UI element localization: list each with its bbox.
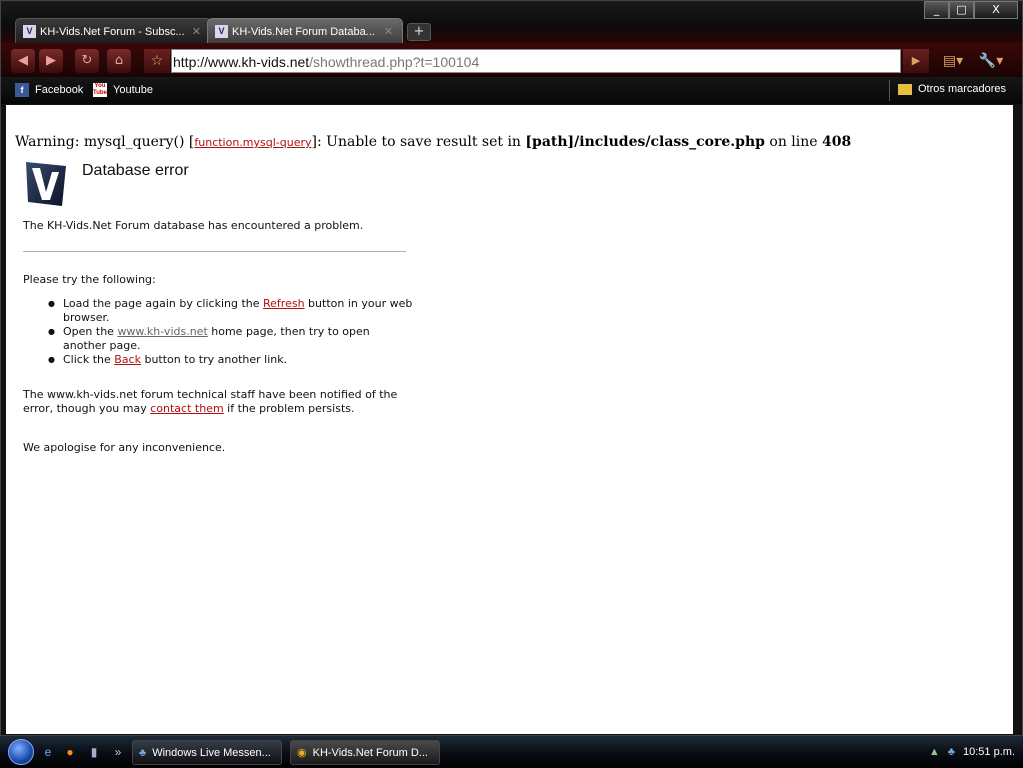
ie-icon[interactable]: e	[40, 744, 56, 760]
taskbar-label: Windows Live Messen...	[152, 746, 271, 759]
play-arrow-icon: ▶	[911, 54, 921, 67]
homepage-link[interactable]: www.kh-vids.net	[117, 325, 207, 338]
reload-icon: ↻	[81, 53, 93, 68]
list-item: Open the www.kh-vids.net home page, then…	[23, 325, 413, 353]
browser-window: V KH-Vids.Net Forum - Subsc... ✕ V KH-Vi…	[0, 0, 1023, 736]
bookmark-facebook[interactable]: f Facebook	[15, 83, 83, 97]
intro-text: The KH-Vids.Net Forum database has encou…	[23, 219, 364, 232]
wrench-icon: 🔧▾	[978, 53, 1004, 69]
try-heading: Please try the following:	[23, 273, 156, 286]
warning-text: ]: Unable to save result set in	[311, 134, 526, 150]
other-bookmarks-label: Otros marcadores	[918, 83, 1007, 95]
system-tray: ▲ ♣ 10:51 p.m.	[929, 738, 1023, 766]
tab-database-error[interactable]: V KH-Vids.Net Forum Databa... ✕	[207, 18, 403, 44]
warning-label: Warning	[15, 134, 75, 150]
new-tab-button[interactable]: +	[407, 23, 431, 41]
url-path: /showthread.php?t=100104	[309, 54, 480, 70]
warning-line-number: 408	[822, 134, 852, 150]
chrome-icon: ◉	[297, 747, 307, 759]
firefox-icon[interactable]: ●	[62, 744, 78, 760]
folder-icon	[898, 83, 912, 95]
tab-title: KH-Vids.Net Forum - Subsc...	[40, 25, 185, 38]
maximize-button[interactable]: □	[949, 1, 974, 19]
item-text: Click the	[63, 353, 115, 366]
minimize-button[interactable]: _	[924, 1, 949, 19]
apology-text: We apologise for any inconvenience.	[23, 441, 226, 454]
tab-subscriptions[interactable]: V KH-Vids.Net Forum - Subsc... ✕	[15, 18, 211, 44]
home-icon: ⌂	[114, 53, 124, 68]
star-icon: ☆	[150, 53, 164, 69]
tab-title: KH-Vids.Net Forum Databa...	[232, 25, 375, 38]
tab-strip: V KH-Vids.Net Forum - Subsc... ✕ V KH-Vi…	[1, 1, 1022, 44]
forum-favicon-icon: V	[215, 25, 228, 38]
home-button[interactable]: ⌂	[107, 49, 131, 73]
warning-path: [path]/includes/class_core.php	[525, 134, 765, 150]
back-link[interactable]: Back	[114, 353, 141, 366]
bookmark-label: Facebook	[35, 84, 84, 96]
wrench-menu-button[interactable]: 🔧▾	[973, 49, 1009, 73]
facebook-icon: f	[15, 83, 29, 97]
other-bookmarks[interactable]: Otros marcadores	[898, 83, 1006, 95]
item-text: button to try another link.	[140, 353, 288, 366]
tab-close-icon[interactable]: ✕	[192, 25, 201, 38]
php-warning: Warning: mysql_query() [function.mysql-q…	[15, 134, 851, 150]
url-domain: http://www.kh-vids.net	[173, 54, 310, 70]
refresh-link[interactable]: Refresh	[263, 297, 305, 310]
back-arrow-icon: ◀	[18, 53, 28, 68]
contact-link[interactable]: contact them	[150, 402, 223, 415]
forward-arrow-icon: ▶	[46, 53, 56, 68]
page-icon: ▤▾	[942, 53, 964, 69]
taskbar: e ● ▮ » ♣ Windows Live Messen... ◉ KH-Vi…	[0, 736, 1023, 768]
page-menu-button[interactable]: ▤▾	[935, 49, 971, 73]
taskbar-chrome[interactable]: ◉ KH-Vids.Net Forum D...	[290, 740, 440, 765]
function-doc-link[interactable]: function.mysql-query	[194, 136, 311, 149]
bookmark-star-button[interactable]: ☆	[144, 49, 170, 73]
warning-online: on line	[764, 134, 822, 150]
list-item: Click the Back button to try another lin…	[23, 353, 413, 367]
quicklaunch-overflow-icon[interactable]: »	[110, 744, 126, 760]
forum-favicon-icon: V	[23, 25, 36, 38]
forward-button[interactable]: ▶	[39, 49, 63, 73]
notice-text: The www.kh-vids.net forum technical staf…	[23, 388, 408, 416]
suggestions-list: Load the page again by clicking the Refr…	[23, 297, 413, 367]
network-icon[interactable]: ▲	[929, 746, 940, 758]
address-bar-url[interactable]: http://www.kh-vids.net/showthread.php?t=…	[173, 54, 479, 70]
app-icon[interactable]: ▮	[86, 744, 102, 760]
messenger-status-icon[interactable]: ♣	[948, 746, 955, 758]
divider	[23, 251, 406, 252]
vbulletin-logo-icon	[26, 162, 66, 206]
list-item: Load the page again by clicking the Refr…	[23, 297, 413, 325]
tab-close-icon[interactable]: ✕	[384, 25, 393, 38]
item-text: Load the page again by clicking the	[63, 297, 264, 310]
reload-button[interactable]: ↻	[75, 49, 99, 73]
item-text: Open the	[63, 325, 118, 338]
youtube-icon: You Tube	[93, 83, 107, 97]
page-content: Warning: mysql_query() [function.mysql-q…	[6, 105, 1013, 734]
notice-text-b: if the problem persists.	[223, 402, 355, 415]
bookmark-youtube[interactable]: You Tube Youtube	[93, 83, 153, 97]
taskbar-messenger[interactable]: ♣ Windows Live Messen...	[132, 740, 282, 765]
warning-function: : mysql_query() [	[74, 134, 195, 150]
bookmarks-bar: f Facebook You Tube Youtube Otros marcado…	[1, 77, 1022, 104]
page-title: Database error	[82, 162, 189, 179]
close-window-button[interactable]: X	[974, 1, 1018, 19]
bookmarks-separator	[889, 80, 890, 101]
start-button[interactable]	[8, 739, 34, 765]
go-button[interactable]: ▶	[903, 49, 929, 73]
back-button[interactable]: ◀	[11, 49, 35, 73]
messenger-icon: ♣	[139, 746, 147, 759]
bookmark-label: Youtube	[113, 84, 153, 96]
window-controls: _ □ X	[924, 1, 1018, 19]
taskbar-label: KH-Vids.Net Forum D...	[312, 746, 428, 759]
clock[interactable]: 10:51 p.m.	[963, 746, 1015, 758]
